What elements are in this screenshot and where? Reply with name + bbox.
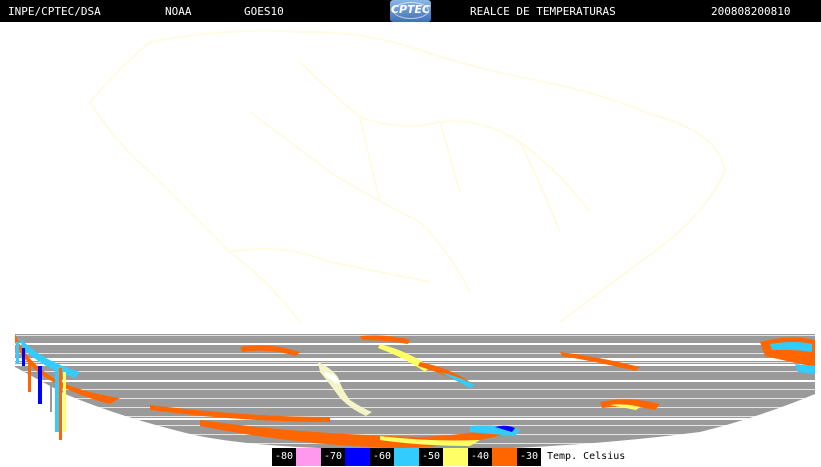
logo-ring-shape: [393, 2, 429, 19]
legend-swatch: [443, 448, 468, 466]
legend-label: -50: [422, 451, 441, 462]
image-header-bar: INPE/CPTEC/DSA NOAA GOES10 CPTEC REALCE …: [0, 0, 821, 22]
cloud-imagery: [15, 334, 815, 448]
legend-unit: Temp. Celsius: [541, 448, 647, 466]
legend-swatch: [492, 448, 517, 466]
institution-label: INPE/CPTEC/DSA: [8, 5, 101, 18]
legend-swatch: [296, 448, 321, 466]
coastline-outline: [88, 29, 727, 323]
agency-label: NOAA: [165, 5, 192, 18]
temperature-legend: -80 -70 -60 -50 -40 -30 Temp. Celsius: [272, 448, 647, 466]
satellite-image: [15, 29, 815, 448]
product-title: REALCE DE TEMPERATURAS: [470, 5, 616, 18]
legend-label: -30: [520, 451, 539, 462]
legend-label: -70: [324, 451, 343, 462]
legend-swatch: [345, 448, 370, 466]
legend-label: -40: [471, 451, 490, 462]
legend-swatch: [394, 448, 419, 466]
satellite-label: GOES10: [244, 5, 284, 18]
cptec-logo: CPTEC: [390, 0, 431, 22]
legend-label: -60: [373, 451, 392, 462]
legend-label: -80: [275, 451, 294, 462]
timestamp-label: 200808200810: [711, 5, 791, 18]
